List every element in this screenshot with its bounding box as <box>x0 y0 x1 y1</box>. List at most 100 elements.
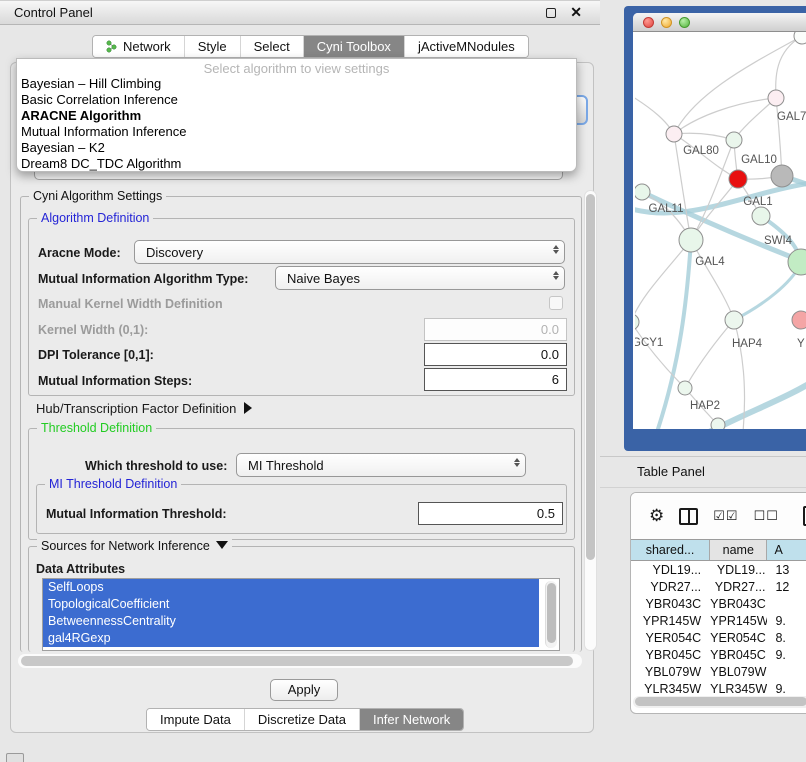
group-title: Sources for Network Inference <box>37 539 232 553</box>
network-node[interactable] <box>635 314 639 330</box>
close-traffic-light-icon[interactable] <box>643 17 654 28</box>
table-row[interactable]: YPR145WYPR145W9. <box>631 613 806 630</box>
network-node[interactable] <box>788 249 806 275</box>
dropdown-item[interactable]: Bayesian – K2 <box>17 140 576 156</box>
dropdown-item[interactable]: Dream8 DC_TDC Algorithm <box>17 156 576 172</box>
tab-select[interactable]: Select <box>241 36 304 57</box>
table-row[interactable]: YBR045CYBR045C9. <box>631 647 806 664</box>
table-row[interactable]: YDL19...YDL19...13 <box>631 562 806 579</box>
network-edge[interactable] <box>691 240 734 320</box>
list-scrollbar[interactable] <box>545 581 557 648</box>
list-item[interactable]: TopologicalCoefficient <box>43 596 539 613</box>
list-item[interactable]: BetweennessCentrality <box>43 613 539 630</box>
tab-discretize-data[interactable]: Discretize Data <box>245 709 360 730</box>
network-node[interactable] <box>752 207 770 225</box>
deselect-all-checkboxes-icon[interactable]: ☐☐ <box>754 508 779 524</box>
combobox-value: MI Threshold <box>248 458 324 473</box>
scrollbar-thumb[interactable] <box>635 697 806 706</box>
dropdown-item[interactable]: Basic Correlation Inference <box>17 92 576 108</box>
dropdown-item[interactable]: Bayesian – Hill Climbing <box>17 76 576 92</box>
tab-cyni-toolbox[interactable]: Cyni Toolbox <box>304 36 405 57</box>
columns-icon[interactable] <box>679 508 698 525</box>
tab-label: Discretize Data <box>258 709 346 730</box>
table-row[interactable]: YER054CYER054C8. <box>631 630 806 647</box>
hub-definition-toggle[interactable]: Hub/Transcription Factor Definition <box>36 401 252 416</box>
network-edge[interactable] <box>734 264 801 320</box>
table-row[interactable]: YBR043CYBR043C <box>631 596 806 613</box>
network-node[interactable] <box>635 184 650 200</box>
scrollbar-thumb[interactable] <box>586 194 595 560</box>
table-row[interactable]: YBL079WYBL079W <box>631 664 806 681</box>
network-node[interactable] <box>725 311 743 329</box>
network-node[interactable] <box>771 165 793 187</box>
list-item[interactable]: SelfLoops <box>43 579 539 596</box>
network-edge[interactable] <box>776 36 802 98</box>
network-edge[interactable] <box>635 92 674 134</box>
list-item[interactable]: gal4RGexp <box>43 630 539 647</box>
network-window[interactable]: GAL7GAL80GAL10GAL1GAL11SWI4GAL4GCY1HAP4Y… <box>633 13 806 429</box>
dropdown-item-aracne[interactable]: ARACNE Algorithm <box>17 108 576 124</box>
tab-network[interactable]: Network <box>93 36 185 57</box>
float-window-icon[interactable] <box>546 8 556 18</box>
network-edge[interactable] <box>674 133 734 140</box>
table-toolbar: ⚙ ☑☑ ☐☐ <box>631 493 806 539</box>
close-icon[interactable]: ✕ <box>570 4 582 21</box>
table-row[interactable]: YDR27...YDR27...12 <box>631 579 806 596</box>
minimized-panel-icon[interactable] <box>6 753 24 762</box>
manual-kernel-checkbox[interactable] <box>549 296 563 310</box>
aracne-mode-combobox[interactable]: Discovery <box>134 240 565 264</box>
kernel-width-field[interactable]: 0.0 <box>424 318 567 341</box>
tab-label: Style <box>198 36 227 57</box>
column-header-shared[interactable]: shared... <box>631 540 710 560</box>
network-node-label: GAL10 <box>741 154 777 166</box>
network-node[interactable] <box>794 32 806 44</box>
mi-threshold-field[interactable]: 0.5 <box>418 502 563 525</box>
dropdown-item[interactable]: Mutual Information Inference <box>17 124 576 140</box>
tab-style[interactable]: Style <box>185 36 241 57</box>
network-edge[interactable] <box>674 98 776 134</box>
table-header-row: shared... name A <box>631 539 806 561</box>
mi-steps-label: Mutual Information Steps: <box>38 374 192 388</box>
tab-label: jActiveMNodules <box>418 36 515 57</box>
network-node[interactable] <box>666 126 682 142</box>
scrollbar-thumb[interactable] <box>547 583 556 643</box>
network-node[interactable] <box>678 381 692 395</box>
tab-impute-data[interactable]: Impute Data <box>147 709 245 730</box>
gear-icon[interactable]: ⚙ <box>649 506 664 526</box>
settings-vertical-scrollbar[interactable] <box>584 190 597 651</box>
network-node[interactable] <box>768 90 784 106</box>
network-node[interactable] <box>729 170 747 188</box>
zoom-traffic-light-icon[interactable] <box>679 17 690 28</box>
tab-infer-network[interactable]: Infer Network <box>360 709 463 730</box>
minimize-traffic-light-icon[interactable] <box>661 17 672 28</box>
data-attributes-list[interactable]: SelfLoops TopologicalCoefficient Between… <box>42 578 560 651</box>
apply-button[interactable]: Apply <box>270 679 338 701</box>
network-node[interactable] <box>679 228 703 252</box>
network-edge[interactable] <box>685 320 734 388</box>
tab-jactivemnodules[interactable]: jActiveMNodules <box>405 36 528 57</box>
scrollbar-thumb[interactable] <box>21 656 573 666</box>
divider <box>600 487 806 488</box>
table-cell: YBR043C <box>710 596 767 613</box>
mi-type-label: Mutual Information Algorithm Type: <box>38 272 248 286</box>
dpi-tolerance-field[interactable]: 0.0 <box>424 343 567 366</box>
network-node[interactable] <box>726 132 742 148</box>
column-header-name[interactable]: name <box>710 540 767 560</box>
mi-steps-field[interactable]: 6 <box>424 368 567 391</box>
settings-horizontal-scrollbar[interactable] <box>18 654 582 668</box>
network-canvas[interactable]: GAL7GAL80GAL10GAL1GAL11SWI4GAL4GCY1HAP4Y… <box>635 32 806 429</box>
group-title: Cyni Algorithm Settings <box>29 189 166 203</box>
expanded-arrow-icon[interactable] <box>216 541 228 549</box>
network-node[interactable] <box>792 311 806 329</box>
network-canvas-svg: GAL7GAL80GAL10GAL1GAL11SWI4GAL4GCY1HAP4Y… <box>635 32 806 429</box>
table-horizontal-scrollbar[interactable] <box>633 696 806 708</box>
select-all-checkboxes-icon[interactable]: ☑☑ <box>713 508 738 524</box>
network-edge[interactable] <box>657 240 691 429</box>
which-threshold-combobox[interactable]: MI Threshold <box>236 453 526 477</box>
table-row[interactable]: YLR345WYLR345W9. <box>631 681 806 694</box>
network-window-titlebar[interactable] <box>633 13 806 32</box>
column-header-partial[interactable]: A <box>767 540 806 560</box>
network-node[interactable] <box>711 418 725 429</box>
table-cell: 12 <box>767 579 806 596</box>
mi-algorithm-type-combobox[interactable]: Naive Bayes <box>275 266 565 290</box>
